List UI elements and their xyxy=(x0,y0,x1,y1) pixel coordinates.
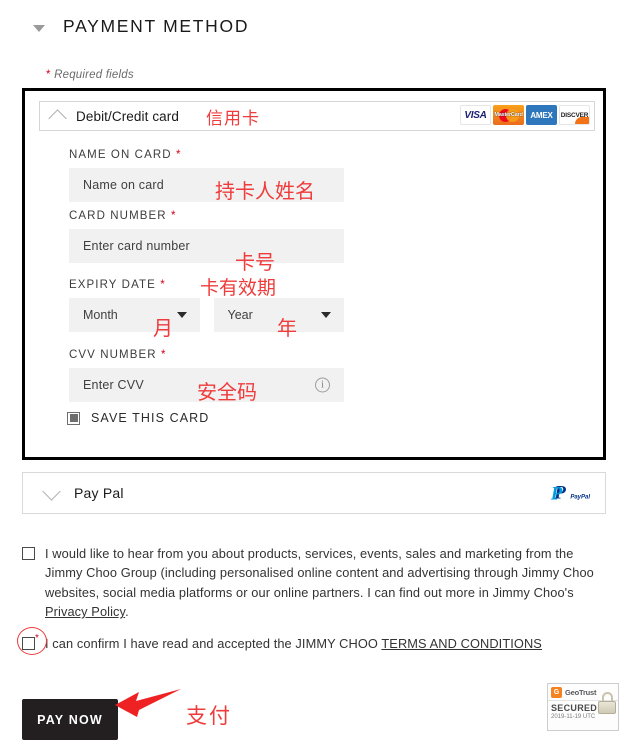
debit-credit-card-label: Debit/Credit card xyxy=(76,108,179,124)
paypal-logo: P PayPal xyxy=(554,484,590,503)
debit-credit-card-panel: Debit/Credit card 信用卡 VISA MasterCard AM… xyxy=(22,88,606,460)
info-circle-icon[interactable]: i xyxy=(315,377,330,393)
red-arrow-left-icon xyxy=(113,686,185,725)
name-on-card-placeholder: Name on card xyxy=(83,178,164,192)
required-fields-note: * Required fields xyxy=(46,69,134,81)
paypal-method-panel[interactable]: Pay Pal P PayPal xyxy=(22,472,606,514)
terms-required-asterisk: * xyxy=(35,633,39,644)
terms-and-conditions-link[interactable]: TERMS AND CONDITIONS xyxy=(381,636,542,651)
page-title: PAYMENT METHOD xyxy=(63,16,250,36)
mastercard-logo: MasterCard xyxy=(493,105,524,125)
card-number-field: CARD NUMBER * Enter card number 卡号 xyxy=(69,210,344,274)
marketing-consent-text: I would like to hear from you about prod… xyxy=(45,546,594,620)
annotation-year: 年 xyxy=(277,316,297,340)
marketing-consent-checkbox[interactable] xyxy=(22,547,35,560)
annotation-cardholder-name: 持卡人姓名 xyxy=(215,179,315,203)
visa-logo: VISA xyxy=(460,105,491,125)
marketing-consent-row[interactable]: I would like to hear from you about prod… xyxy=(22,544,604,622)
save-this-card-checkbox[interactable] xyxy=(67,411,80,425)
geotrust-brand-label: GeoTrust xyxy=(565,687,597,697)
paypal-label: Pay Pal xyxy=(74,485,124,501)
name-on-card-label: NAME ON CARD * xyxy=(69,149,182,161)
debit-credit-card-header[interactable]: Debit/Credit card 信用卡 VISA MasterCard AM… xyxy=(39,101,595,131)
paypal-p-glyph: P xyxy=(554,483,566,504)
name-on-card-field: NAME ON CARD * Name on card 持卡人姓名 xyxy=(69,149,344,203)
card-number-label: CARD NUMBER * xyxy=(69,210,177,222)
card-brand-logos: VISA MasterCard AMEX DISC VER xyxy=(460,105,590,125)
cvv-placeholder: Enter CVV xyxy=(83,378,144,392)
expiry-month-select[interactable]: Month xyxy=(69,298,200,332)
cvv-number-label: CVV NUMBER * xyxy=(69,349,167,361)
paypal-wordmark: PayPal xyxy=(570,494,590,501)
chevron-up-icon[interactable] xyxy=(48,108,67,128)
chevron-down-icon[interactable] xyxy=(176,312,187,318)
save-this-card-label: SAVE THIS CARD xyxy=(91,411,210,425)
discover-logo: DISC VER xyxy=(559,105,590,125)
geotrust-timestamp: 2019-11-19 UTC xyxy=(551,714,596,720)
annotation-credit-card: 信用卡 xyxy=(206,108,260,129)
annotation-expiry: 卡有效期 xyxy=(200,277,277,299)
caret-down-icon[interactable] xyxy=(33,24,45,32)
terms-consent-row[interactable]: I can confirm I have read and accepted t… xyxy=(22,634,582,653)
required-fields-label: Required fields xyxy=(54,69,134,81)
card-number-input[interactable]: Enter card number xyxy=(69,229,344,263)
annotation-pay: 支付 xyxy=(186,704,232,728)
terms-consent-checkbox[interactable] xyxy=(22,637,35,650)
amex-logo: AMEX xyxy=(526,105,557,125)
annotation-month: 月 xyxy=(153,316,173,340)
save-this-card-row[interactable]: SAVE THIS CARD xyxy=(67,411,209,425)
expiry-month-value: Month xyxy=(83,308,118,322)
payment-method-page: PAYMENT METHOD * Required fields Debit/C… xyxy=(0,0,623,741)
cvv-number-field: CVV NUMBER * Enter CVV i 安全码 xyxy=(69,349,344,404)
expiry-date-field: EXPIRY DATE * Month Year 卡有效期 月 年 xyxy=(69,277,344,340)
required-asterisk: * xyxy=(46,69,51,81)
annotation-cvv: 安全码 xyxy=(197,380,257,404)
geotrust-mark-icon: G xyxy=(551,686,562,698)
card-number-placeholder: Enter card number xyxy=(83,239,190,253)
annotation-card-number: 卡号 xyxy=(235,250,275,274)
pay-now-button[interactable]: PAY NOW xyxy=(22,699,118,740)
expiry-year-value: Year xyxy=(227,308,253,322)
padlock-icon xyxy=(598,692,616,714)
payment-method-header[interactable]: PAYMENT METHOD xyxy=(33,16,249,37)
chevron-down-icon[interactable] xyxy=(321,312,331,318)
privacy-policy-link[interactable]: Privacy Policy xyxy=(45,604,125,619)
geotrust-secured-badge[interactable]: G GeoTrust SECURED 2019-11-19 UTC xyxy=(547,683,619,731)
terms-consent-text: I can confirm I have read and accepted t… xyxy=(45,636,542,651)
chevron-down-icon[interactable] xyxy=(42,482,61,501)
